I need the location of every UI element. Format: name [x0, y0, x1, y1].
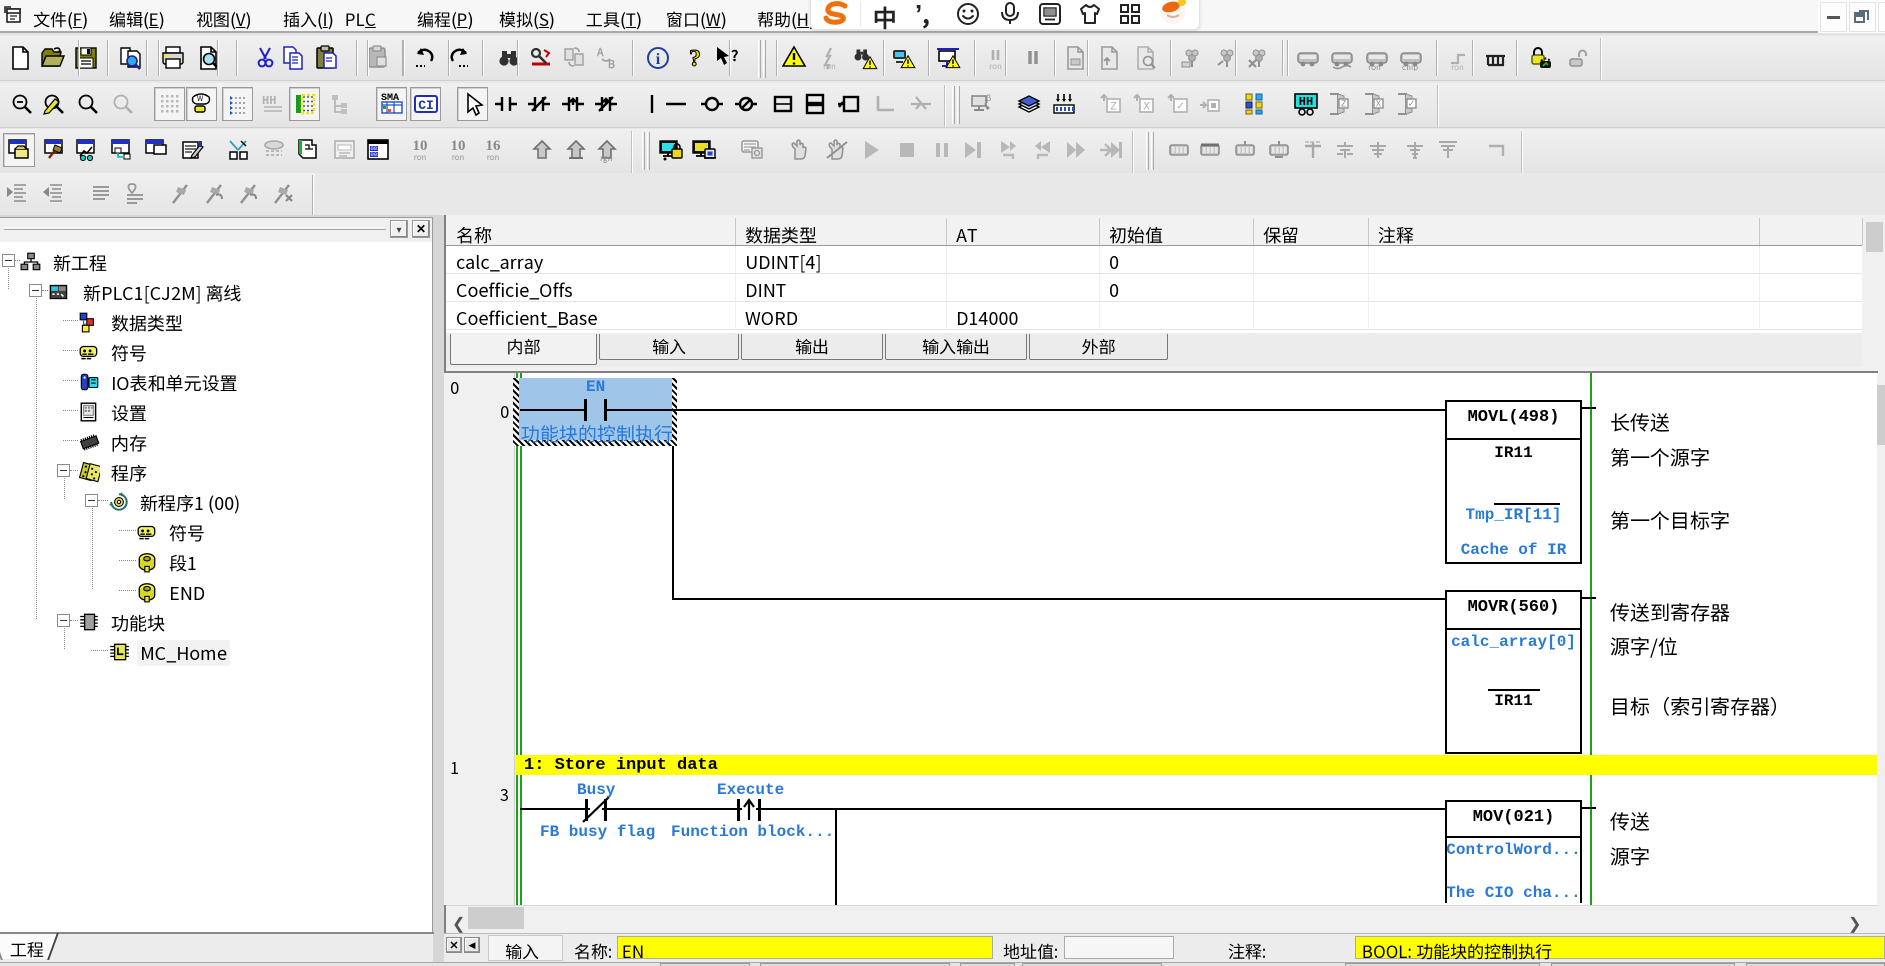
svg-text:HH: HH	[1299, 95, 1313, 109]
svg-text:X: X	[1376, 97, 1382, 110]
svg-text:✓: ✓	[1176, 102, 1185, 114]
svg-text:✓: ✓	[1408, 97, 1416, 110]
svg-text:W: W	[197, 94, 203, 104]
svg-text:Z: Z	[1341, 97, 1347, 110]
svg-text:ron: ron	[1368, 62, 1381, 71]
svg-text:HH: HH	[262, 94, 276, 108]
svg-text:β: β	[986, 91, 991, 104]
svg-text:?: ?	[689, 46, 701, 71]
svg-text:?: ?	[731, 45, 738, 66]
svg-text:ron: ron	[823, 61, 836, 71]
svg-text:B: B	[608, 56, 616, 71]
svg-text:rgn: rgn	[600, 153, 613, 163]
svg-text:Z: Z	[1110, 102, 1117, 114]
svg-text:A: A	[596, 45, 604, 60]
svg-text:i: i	[656, 51, 661, 68]
svg-text:CI: CI	[418, 98, 434, 113]
svg-text:X: X	[1143, 102, 1150, 114]
svg-text:chip: chip	[1402, 62, 1418, 71]
svg-text:ron: ron	[1451, 62, 1464, 71]
svg-text:ron: ron	[487, 152, 500, 163]
svg-text:ron: ron	[989, 61, 1002, 71]
svg-text:ron: ron	[452, 152, 465, 163]
svg-text:ron: ron	[414, 152, 427, 163]
svg-text:002: 002	[371, 151, 381, 158]
